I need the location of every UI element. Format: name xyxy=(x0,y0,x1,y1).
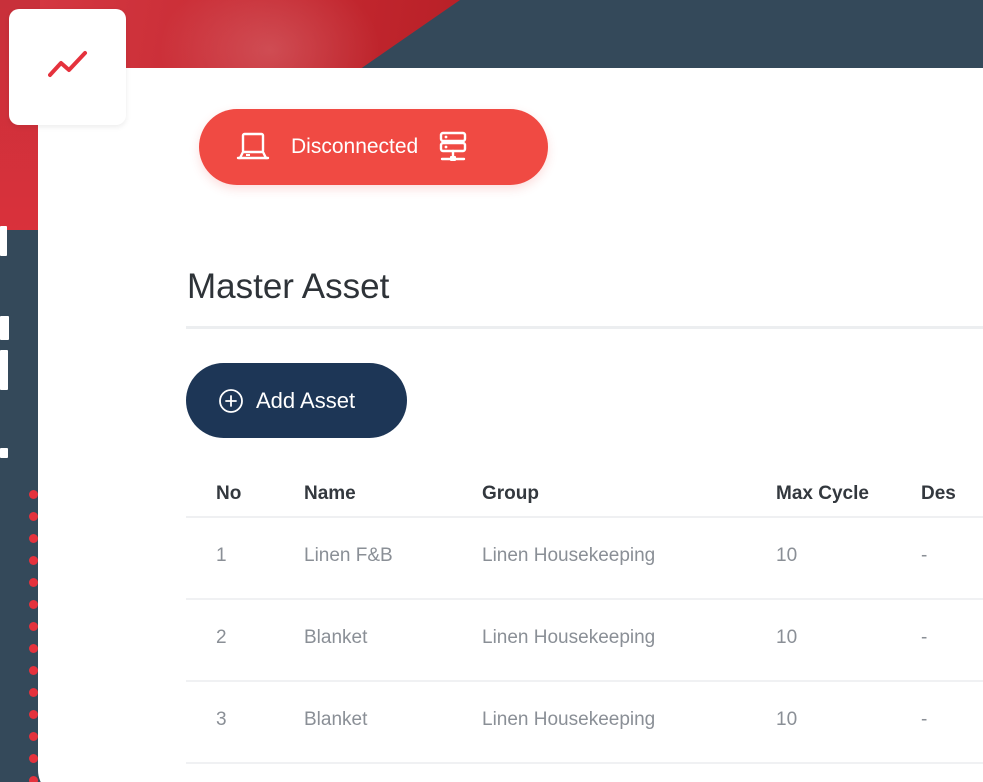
laptop-icon xyxy=(235,130,271,164)
dot xyxy=(29,666,38,675)
main-card: Disconnected Master Asset Add Asset No N… xyxy=(38,68,983,782)
cell-no: 1 xyxy=(216,545,227,566)
dot xyxy=(29,534,38,543)
side-panel-text-fragment xyxy=(0,350,8,390)
plus-circle-icon xyxy=(218,388,244,414)
dot xyxy=(29,688,38,697)
cell-max-cycle: 10 xyxy=(776,709,798,730)
dot xyxy=(29,512,38,521)
column-header-group[interactable]: Group xyxy=(482,483,539,505)
column-header-no[interactable]: No xyxy=(216,483,241,505)
column-header-max-cycle[interactable]: Max Cycle xyxy=(776,483,869,505)
side-panel-text-fragment xyxy=(0,226,7,256)
trend-line-icon xyxy=(47,49,88,86)
dot xyxy=(29,776,38,782)
app-logo[interactable] xyxy=(9,9,126,125)
connection-status-badge[interactable]: Disconnected xyxy=(199,109,548,185)
dot xyxy=(29,710,38,719)
side-panel-text-fragment xyxy=(0,448,8,458)
cell-max-cycle: 10 xyxy=(776,545,798,566)
add-asset-button[interactable]: Add Asset xyxy=(186,363,407,438)
server-network-icon xyxy=(436,130,470,164)
dot xyxy=(29,490,38,499)
cell-group: Linen Housekeeping xyxy=(482,709,656,730)
page-title: Master Asset xyxy=(187,267,390,306)
dot xyxy=(29,578,38,587)
dot xyxy=(29,556,38,565)
dot xyxy=(29,754,38,763)
side-panel-text-fragment xyxy=(0,316,9,340)
column-header-description[interactable]: Des xyxy=(921,483,956,505)
dot xyxy=(29,622,38,631)
dot xyxy=(29,732,38,741)
asset-table: No Name Group Max Cycle Des 1 Linen F&B … xyxy=(186,473,983,764)
dot xyxy=(29,644,38,653)
column-header-name[interactable]: Name xyxy=(304,483,356,505)
table-header: No Name Group Max Cycle Des xyxy=(186,473,983,518)
cell-name: Blanket xyxy=(304,627,368,648)
connection-status-label: Disconnected xyxy=(291,135,419,158)
cell-group: Linen Housekeeping xyxy=(482,627,656,648)
cell-max-cycle: 10 xyxy=(776,627,798,648)
dot xyxy=(29,600,38,609)
cell-no: 2 xyxy=(216,627,227,648)
table-row[interactable]: 1 Linen F&B Linen Housekeeping 10 - xyxy=(186,518,983,600)
table-row[interactable]: 2 Blanket Linen Housekeeping 10 - xyxy=(186,600,983,682)
cell-description: - xyxy=(921,627,928,648)
add-asset-label: Add Asset xyxy=(256,387,356,413)
cell-name: Linen F&B xyxy=(304,545,393,566)
cell-no: 3 xyxy=(216,709,227,730)
title-divider xyxy=(186,326,983,329)
cell-description: - xyxy=(921,709,928,730)
cell-name: Blanket xyxy=(304,709,368,730)
table-row[interactable]: 3 Blanket Linen Housekeeping 10 - xyxy=(186,682,983,764)
cell-description: - xyxy=(921,545,928,566)
cell-group: Linen Housekeeping xyxy=(482,545,656,566)
